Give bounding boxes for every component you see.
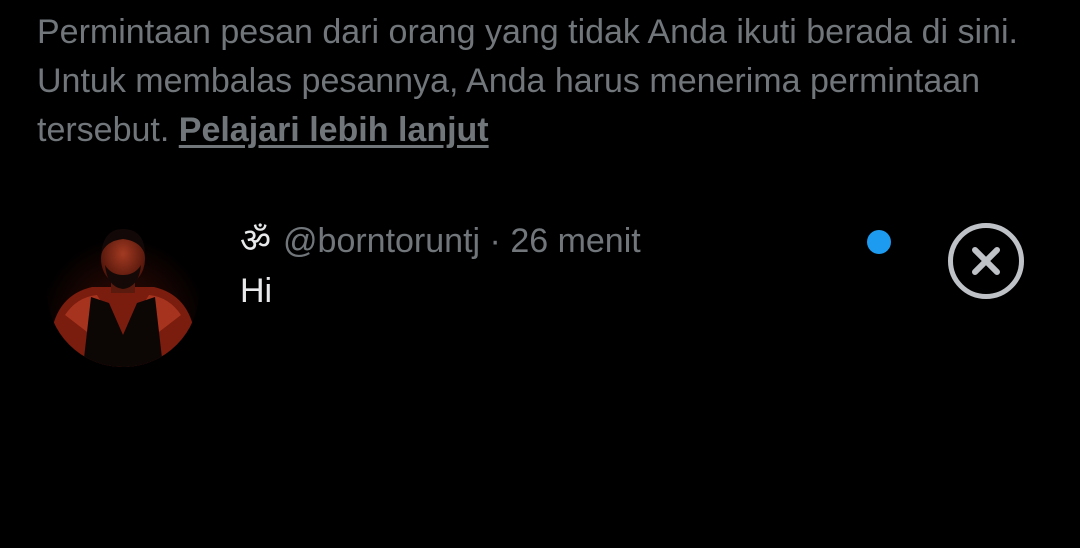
user-handle: @borntoruntj bbox=[283, 222, 481, 260]
learn-more-link[interactable]: Pelajari lebih lanjut bbox=[179, 111, 489, 149]
display-name: ॐ bbox=[240, 221, 272, 261]
message-preview: Hi bbox=[240, 272, 273, 310]
unread-indicator bbox=[867, 230, 891, 254]
close-circle-icon bbox=[948, 223, 1024, 299]
meta-separator: · bbox=[489, 222, 501, 260]
dismiss-request-button[interactable] bbox=[946, 221, 1026, 301]
avatar-image bbox=[47, 215, 199, 367]
timestamp: 26 menit bbox=[510, 222, 641, 260]
request-meta: ॐ @borntoruntj · 26 menit bbox=[240, 219, 641, 263]
message-request-item[interactable]: ॐ @borntoruntj · 26 menit Hi bbox=[0, 205, 1080, 385]
message-requests-notice: Permintaan pesan dari orang yang tidak A… bbox=[37, 8, 1047, 155]
avatar[interactable] bbox=[47, 215, 199, 367]
